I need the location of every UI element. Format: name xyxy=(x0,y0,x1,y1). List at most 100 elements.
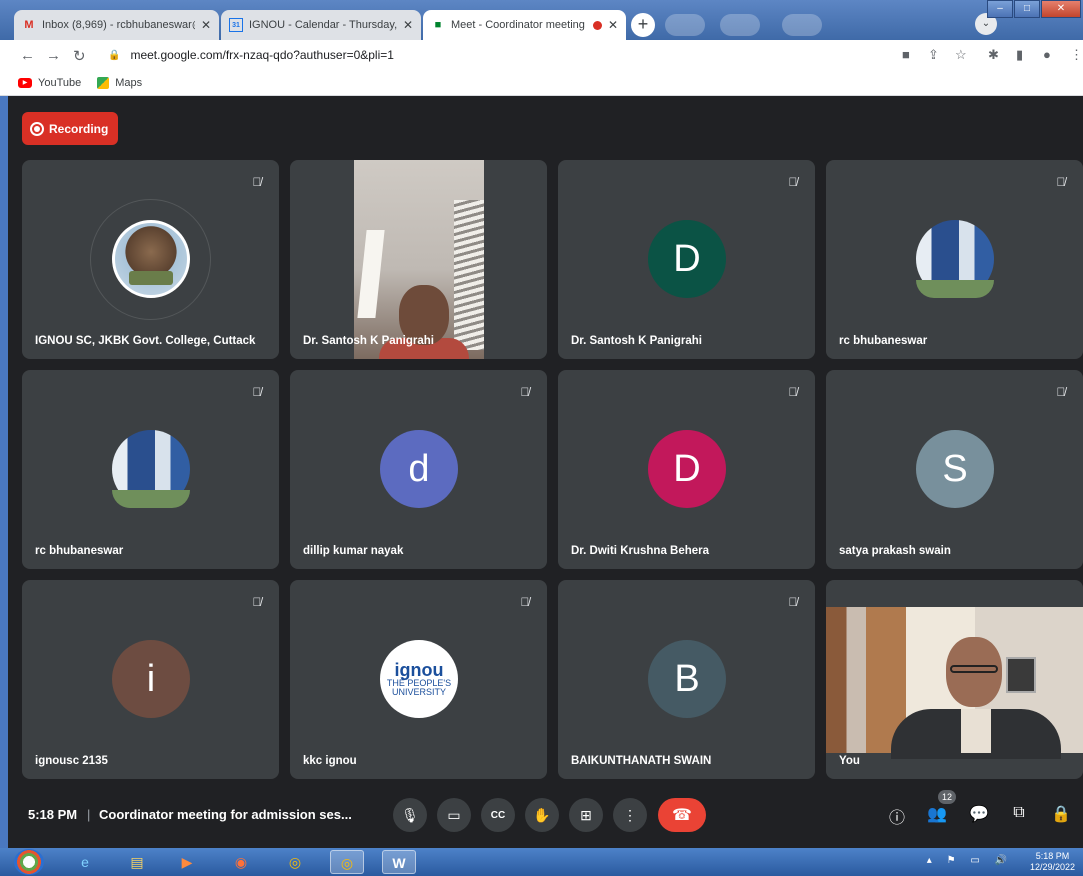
avatar: D xyxy=(648,220,726,298)
participant-tile[interactable]: d 🎙̸ dillip kumar nayak xyxy=(290,370,547,569)
minimize-button[interactable]: – xyxy=(987,0,1013,18)
chat-icon[interactable]: 💬 xyxy=(968,804,990,824)
os-taskbar: e ▤ ▶ ◉ ◎ ◎ W ▴ ⚑ ▭ 🔊 5:18 PM 12/29/2022 xyxy=(0,848,1083,876)
media-player-icon[interactable]: ▶ xyxy=(170,850,204,874)
internet-explorer-icon[interactable]: e xyxy=(68,850,102,874)
participant-name: kkc ignou xyxy=(303,755,357,767)
maps-icon xyxy=(97,76,110,89)
camera-button[interactable]: ▭ xyxy=(437,798,471,832)
mic-off-icon: 🎙̸ xyxy=(788,175,798,189)
firefox-icon[interactable]: ◉ xyxy=(224,850,258,874)
captions-button[interactable]: CC xyxy=(481,798,515,832)
file-explorer-icon[interactable]: ▤ xyxy=(120,850,154,874)
recording-indicator-icon xyxy=(592,20,602,30)
avatar: B xyxy=(648,640,726,718)
bookmark-star-icon[interactable]: ☆ xyxy=(955,47,967,63)
mic-off-icon: 🎙̸ xyxy=(252,595,262,609)
menu-dots-icon[interactable]: ⋮ xyxy=(1070,47,1083,63)
phone-hangup-icon: ☎ xyxy=(672,807,692,824)
participant-tile[interactable]: S 🎙̸ satya prakash swain xyxy=(826,370,1083,569)
new-tab-button[interactable]: + xyxy=(631,13,655,37)
meet-icon: ■ xyxy=(434,19,442,31)
recording-badge[interactable]: Recording xyxy=(22,112,118,145)
system-clock[interactable]: 5:18 PM 12/29/2022 xyxy=(1030,851,1075,873)
profile-avatar-icon[interactable]: ● xyxy=(1043,47,1051,62)
participant-tile[interactable]: 🎙̸ IGNOU SC, JKBK Govt. College, Cuttack xyxy=(22,160,279,359)
participant-name: You xyxy=(839,755,860,767)
calendar-icon: 31 xyxy=(229,18,243,32)
record-icon xyxy=(30,121,44,136)
participant-tile[interactable]: D 🎙̸ Dr. Dwiti Krushna Behera xyxy=(558,370,815,569)
mic-off-icon: 🎙̸ xyxy=(1056,385,1066,399)
leave-call-button[interactable]: ☎ xyxy=(658,798,706,832)
youtube-icon: ▶ xyxy=(18,77,32,88)
forward-arrow-icon[interactable]: → xyxy=(46,47,61,64)
start-button[interactable] xyxy=(14,849,44,875)
tab-calendar[interactable]: 31 IGNOU - Calendar - Thursday, De ✕ xyxy=(221,10,421,40)
window-controls: – □ ✕ xyxy=(986,0,1081,18)
present-button[interactable]: ⊞ xyxy=(569,798,603,832)
participant-tile[interactable]: 🎙̸ rc bhubaneswar xyxy=(22,370,279,569)
tab-label: Meet - Coordinator meeting xyxy=(451,19,585,31)
chrome-icon[interactable]: ◎ xyxy=(278,850,312,874)
participant-name: rc bhubaneswar xyxy=(35,545,124,557)
participant-tile[interactable]: i 🎙̸ ignousc 2135 xyxy=(22,580,279,779)
bookmark-label: Maps xyxy=(115,76,143,89)
participant-name: ignousc 2135 xyxy=(35,755,108,767)
avatar: S xyxy=(916,430,994,508)
bookmark-label: YouTube xyxy=(38,76,82,89)
extensions-icon[interactable]: ✱ xyxy=(988,47,999,63)
meeting-info-icon[interactable]: ⓘ xyxy=(886,804,908,828)
more-options-button[interactable]: ⋮ xyxy=(613,798,647,832)
more-vert-icon: ⋮ xyxy=(623,806,637,823)
blurred-area xyxy=(720,14,760,36)
participant-tile[interactable]: 🎙̸ rc bhubaneswar xyxy=(826,160,1083,359)
host-controls-icon[interactable]: 🔒 xyxy=(1050,804,1072,824)
close-icon[interactable]: ✕ xyxy=(608,18,618,32)
raise-hand-button[interactable]: ✋ xyxy=(525,798,559,832)
window-close-button[interactable]: ✕ xyxy=(1041,0,1081,18)
gmail-icon: M xyxy=(24,19,34,31)
microphone-button[interactable]: 🎙 xyxy=(393,798,427,832)
share-icon[interactable]: ⇪ xyxy=(928,47,939,63)
maximize-button[interactable]: □ xyxy=(1014,0,1040,18)
clock-time: 5:18 PM xyxy=(1035,851,1070,861)
back-arrow-icon[interactable]: ← xyxy=(20,47,35,64)
reload-icon[interactable]: ↻ xyxy=(73,47,86,65)
browser-toolbar: ← → ↻ 🔒 meet.google.com/frx-nzaq-qdo?aut… xyxy=(0,40,1083,70)
window-border xyxy=(0,96,8,848)
participant-name: Dr. Santosh K Panigrahi xyxy=(571,335,702,347)
close-icon[interactable]: ✕ xyxy=(403,18,413,32)
participant-count-badge: 12 xyxy=(938,790,956,804)
address-bar[interactable]: 🔒 meet.google.com/frx-nzaq-qdo?authuser=… xyxy=(100,43,920,67)
close-icon[interactable]: ✕ xyxy=(201,18,211,32)
chrome-active-icon[interactable]: ◎ xyxy=(330,850,364,874)
mic-off-icon: 🎙̸ xyxy=(252,175,262,189)
participant-tile[interactable]: Dr. Santosh K Panigrahi xyxy=(290,160,547,359)
avatar: d xyxy=(380,430,458,508)
participant-tile[interactable]: D 🎙̸ Dr. Santosh K Panigrahi xyxy=(558,160,815,359)
mic-off-icon: 🎙̸ xyxy=(520,595,530,609)
participant-tile[interactable]: B 🎙̸ BAIKUNTHANATH SWAIN xyxy=(558,580,815,779)
word-icon[interactable]: W xyxy=(382,850,416,874)
bookmark-maps[interactable]: Maps xyxy=(97,76,143,89)
participant-name: Dr. Dwiti Krushna Behera xyxy=(571,545,710,557)
camera-in-use-icon[interactable]: ■ xyxy=(902,47,910,62)
mic-off-icon: 🎙̸ xyxy=(788,595,798,609)
side-panel-icon[interactable]: ▮ xyxy=(1016,47,1023,63)
mic-icon: 🎙 xyxy=(401,806,419,823)
mic-off-icon: 🎙̸ xyxy=(252,385,262,399)
camera-icon: ▭ xyxy=(447,806,461,823)
ignou-logo-avatar: ignou THE PEOPLE'S UNIVERSITY xyxy=(380,640,458,718)
tab-gmail[interactable]: M Inbox (8,969) - rcbhubaneswar@ ✕ xyxy=(14,10,219,40)
recording-label: Recording xyxy=(49,121,109,136)
activities-icon[interactable]: ⧉ xyxy=(1008,804,1030,822)
blurred-area xyxy=(665,14,705,36)
participant-tile-self[interactable]: You xyxy=(826,580,1083,779)
tab-meet[interactable]: ■ Meet - Coordinator meeting ✕ xyxy=(423,10,626,40)
people-icon[interactable]: 👥 xyxy=(926,804,948,824)
mic-off-icon: 🎙̸ xyxy=(788,385,798,399)
participant-tile[interactable]: ignou THE PEOPLE'S UNIVERSITY 🎙̸ kkc ign… xyxy=(290,580,547,779)
browser-tabstrip: M Inbox (8,969) - rcbhubaneswar@ ✕ 31 IG… xyxy=(0,0,1083,40)
bookmark-youtube[interactable]: ▶ YouTube xyxy=(18,77,81,89)
